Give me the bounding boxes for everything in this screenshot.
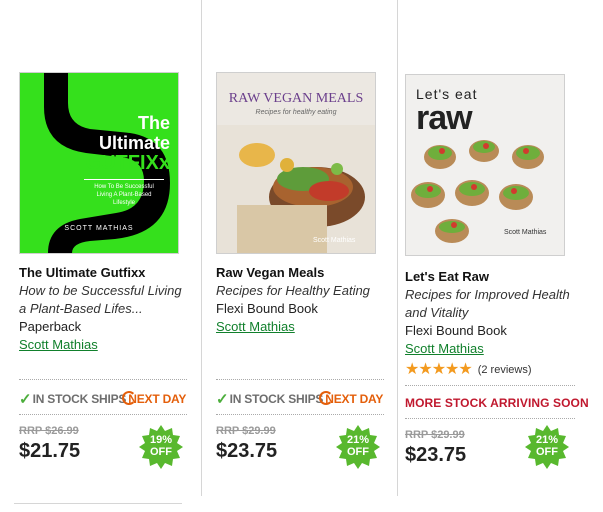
divider bbox=[19, 414, 187, 415]
product-format: Paperback bbox=[19, 319, 82, 334]
column-divider bbox=[201, 0, 202, 496]
sale-price: $23.75 bbox=[405, 444, 467, 466]
product-format: Flexi Bound Book bbox=[405, 323, 507, 338]
cover-title: Let's eat raw bbox=[416, 86, 478, 137]
star-icon: ★ bbox=[458, 361, 472, 378]
product-subtitle: Recipes for Improved Health and Vitality bbox=[405, 287, 570, 320]
cover-title: The Ultimate GUTFIXx bbox=[85, 113, 170, 174]
book-cover-lets-eat-raw[interactable]: Let's eat raw Scott Mathias bbox=[405, 74, 565, 256]
reviews-link[interactable]: (2 reviews) bbox=[478, 364, 532, 376]
product-card: RAW VEGAN MEALS Recipes for healthy eati… bbox=[216, 0, 392, 500]
star-icon: ★ bbox=[431, 361, 446, 378]
discount-badge: 21% OFF bbox=[336, 425, 380, 469]
rrp-price: RRP $26.99 bbox=[19, 425, 79, 437]
rrp-price: RRP $29.99 bbox=[216, 425, 276, 437]
star-icon: ★ bbox=[445, 361, 459, 378]
star-icon: ★ bbox=[405, 361, 419, 378]
cover-author: SCOTT MATHIAS bbox=[64, 225, 134, 232]
sale-price: $23.75 bbox=[216, 440, 278, 462]
product-title[interactable]: Raw Vegan Meals bbox=[216, 264, 384, 282]
author-link[interactable]: Scott Mathias bbox=[216, 318, 384, 336]
divider bbox=[216, 414, 384, 415]
divider bbox=[216, 379, 384, 380]
column-divider bbox=[397, 0, 398, 496]
row-divider bbox=[14, 503, 182, 504]
product-title[interactable]: The Ultimate Gutfixx bbox=[19, 264, 187, 282]
discount-badge: 19% OFF bbox=[139, 425, 183, 469]
author-link[interactable]: Scott Mathias bbox=[405, 340, 587, 358]
divider bbox=[19, 379, 187, 380]
book-cover-gutfixx[interactable]: The Ultimate GUTFIXx How To Be Successfu… bbox=[19, 72, 179, 254]
rrp-price: RRP $29.99 bbox=[405, 429, 465, 441]
divider bbox=[405, 385, 575, 386]
stock-status: ✓ IN STOCK SHIPS NEXT DAY bbox=[19, 391, 187, 408]
cover-subtitle: Recipes for healthy eating bbox=[255, 109, 337, 116]
discount-badge: 21% OFF bbox=[525, 425, 569, 469]
stock-status: ✓ IN STOCK SHIPS NEXT DAY bbox=[216, 391, 384, 408]
book-cover-raw-vegan-meals[interactable]: RAW VEGAN MEALS Recipes for healthy eati… bbox=[216, 72, 376, 254]
product-card: The Ultimate GUTFIXx How To Be Successfu… bbox=[19, 0, 195, 500]
product-format: Flexi Bound Book bbox=[216, 301, 318, 316]
product-title[interactable]: Let's Eat Raw bbox=[405, 268, 587, 286]
divider bbox=[405, 418, 575, 419]
author-link[interactable]: Scott Mathias bbox=[19, 336, 187, 354]
product-subtitle: How to be Successful Living a Plant-Base… bbox=[19, 283, 182, 316]
cover-title: RAW VEGAN MEALS bbox=[228, 91, 364, 106]
check-icon: ✓ bbox=[19, 391, 32, 408]
next-day-badge: NEXT DAY bbox=[122, 391, 186, 406]
rating[interactable]: ★ ★ ★ ★ ★ (2 reviews) bbox=[405, 362, 587, 378]
cover-author: Scott Mathias bbox=[313, 237, 356, 244]
check-icon: ✓ bbox=[216, 391, 229, 408]
stock-status: MORE STOCK ARRIVING SOON bbox=[405, 396, 589, 410]
food-photo bbox=[217, 125, 375, 253]
cover-author: Scott Mathias bbox=[504, 229, 547, 236]
cover-tagline: How To Be Successful Living A Plant-Base… bbox=[84, 179, 164, 207]
star-icon: ★ bbox=[418, 361, 432, 378]
next-day-badge: NEXT DAY bbox=[319, 391, 383, 406]
sale-price: $21.75 bbox=[19, 440, 81, 462]
product-subtitle: Recipes for Healthy Eating bbox=[216, 283, 370, 298]
product-card: Let's eat raw Scott Mathias Let's Eat Ra… bbox=[405, 0, 595, 500]
